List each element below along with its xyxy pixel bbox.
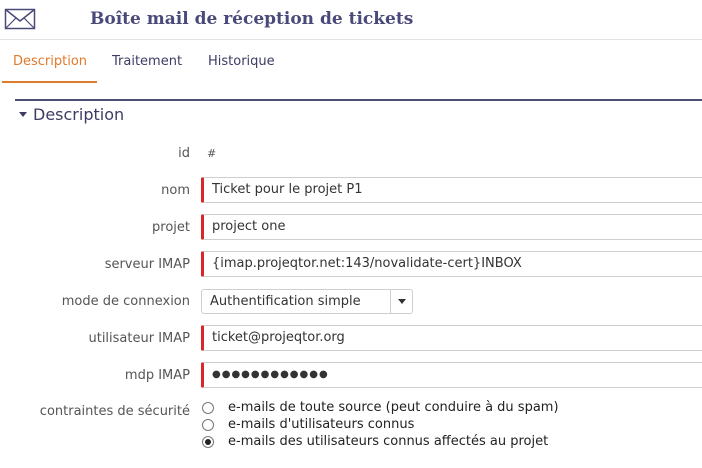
mode-connexion-label: mode de connexion — [61, 294, 190, 309]
nom-input[interactable]: Ticket pour le projet P1 — [201, 177, 702, 203]
tab-bar: Description Traitement Historique — [0, 40, 702, 83]
mdp-imap-input[interactable]: ●●●●●●●●●●●● — [201, 362, 702, 388]
radio-button[interactable] — [202, 402, 214, 414]
nom-label: nom — [161, 183, 190, 198]
section-header[interactable]: Description — [19, 105, 124, 124]
radio-button-checked[interactable] — [202, 436, 214, 448]
section-title: Description — [33, 105, 125, 124]
radio-button[interactable] — [202, 419, 214, 431]
mail-icon — [4, 8, 36, 30]
security-option-label: e-mails d'utilisateurs connus — [228, 417, 415, 432]
security-option-label: e-mails des utilisateurs connus affectés… — [228, 434, 549, 449]
dropdown-arrow-icon[interactable] — [390, 290, 412, 313]
utilisateur-imap-input[interactable]: ticket@projeqtor.org — [201, 325, 702, 351]
projet-label: projet — [152, 220, 190, 235]
header-bar: Boîte mail de réception de tickets — [0, 0, 702, 40]
id-value: # — [207, 147, 217, 160]
security-option-label: e-mails de toute source (peut conduire à… — [228, 400, 559, 415]
id-label: id — [178, 146, 190, 161]
contraintes-securite-label: contraintes de sécurité — [39, 404, 190, 419]
collapse-caret-icon[interactable] — [19, 111, 27, 117]
mode-connexion-select[interactable]: Authentification simple — [201, 289, 413, 314]
tab-description[interactable]: Description — [13, 54, 87, 69]
mode-connexion-value: Authentification simple — [210, 294, 361, 309]
tab-historique[interactable]: Historique — [208, 54, 275, 69]
active-tab-indicator — [2, 81, 97, 83]
serveur-imap-input[interactable]: {imap.projeqtor.net:143/novalidate-cert}… — [201, 251, 702, 277]
page-title: Boîte mail de réception de tickets — [90, 9, 414, 29]
section-divider — [15, 99, 702, 101]
projet-input[interactable]: project one — [201, 214, 702, 240]
serveur-imap-label: serveur IMAP — [104, 257, 190, 272]
tab-traitement[interactable]: Traitement — [112, 54, 182, 69]
mdp-imap-label: mdp IMAP — [124, 368, 190, 383]
utilisateur-imap-label: utilisateur IMAP — [88, 331, 190, 346]
